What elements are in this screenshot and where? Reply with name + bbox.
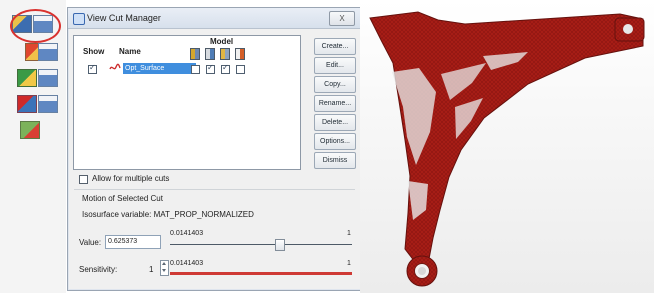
frame-icon[interactable] [38,43,58,61]
motion-section-label: Motion of Selected Cut [82,194,163,203]
value-slider-thumb[interactable] [275,239,285,251]
section-divider [74,189,355,190]
value-slider-max: 1 [347,230,351,237]
delete-button[interactable]: Delete... [314,114,356,131]
render-icon[interactable] [38,69,58,87]
sensitivity-bar[interactable] [170,272,352,275]
left-toolbar [0,0,66,293]
model-column-header: Model [210,37,234,46]
allow-multiple-cuts-label: Allow for multiple cuts [92,174,170,183]
copy-button[interactable]: Copy... [314,76,356,93]
wave-icon [109,63,121,70]
isosurface-variable: Isosurface variable: MAT_PROP_NORMALIZED [82,210,254,219]
model-flag-4-checkbox[interactable] [236,65,245,74]
model-cap-icon [235,48,245,60]
cut-list[interactable]: Show Name Model Opt_Surface [73,35,301,170]
value-field[interactable]: 0.625373 [105,235,161,249]
show-checkbox[interactable] [88,63,97,74]
value-label: Value: [79,238,102,247]
dialog-title: View Cut Manager [87,13,161,23]
dismiss-button[interactable]: Dismiss [314,152,356,169]
model-view-icon [190,48,200,60]
value-slider-track[interactable] [170,244,352,245]
query-icon[interactable] [17,95,37,113]
title-bar: View Cut Manager X [68,8,361,29]
spinner-up-icon[interactable] [162,262,166,265]
edit-button[interactable]: Edit... [314,57,356,74]
model-flag-2-checkbox[interactable] [206,63,215,74]
options-button[interactable]: Options... [314,133,356,150]
sensitivity-spinner[interactable] [160,260,169,276]
allow-multiple-cuts-checkbox[interactable] [79,175,88,184]
view-cut-manager-dialog: View Cut Manager X Show Name Model Opt_S… [67,7,362,291]
spinner-down-icon[interactable] [162,269,166,272]
view-cut-icon [73,13,85,25]
model-color-icon[interactable] [17,69,37,87]
isosurface-value: MAT_PROP_NORMALIZED [153,210,254,219]
model-flag-1-checkbox[interactable] [191,65,200,74]
sensitivity-label: Sensitivity: [79,265,118,274]
brush-icon[interactable] [20,121,40,139]
show-column-header: Show [83,47,105,56]
3d-viewport[interactable] [360,0,654,293]
create-button[interactable]: Create... [314,38,356,55]
name-column-header: Name [119,47,141,56]
bracket-model [369,11,645,287]
model-flag-3-checkbox[interactable] [221,63,230,74]
model-mesh-icon [205,48,215,60]
section-icon[interactable] [38,95,58,113]
isosurface-label: Isosurface variable: [82,210,152,219]
selection-highlight-circle [10,9,61,43]
close-button[interactable]: X [329,11,355,26]
value-slider-min: 0.0141403 [170,230,204,237]
sensitivity-value: 1 [149,265,154,274]
sensitivity-max: 1 [347,260,351,267]
model-surface-icon [220,48,230,60]
rename-button[interactable]: Rename... [314,95,356,112]
cut-name[interactable]: Opt_Surface [123,63,196,74]
sensitivity-min: 0.0141403 [170,260,204,267]
